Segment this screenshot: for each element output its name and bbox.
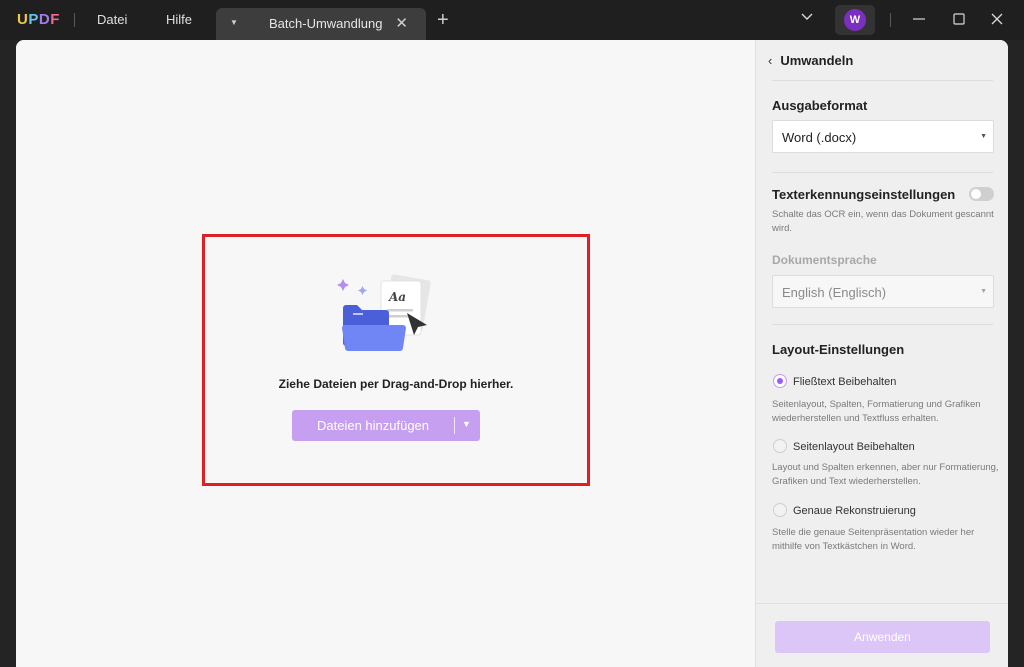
- document-language-select[interactable]: English (Englisch) ▼: [772, 275, 994, 308]
- tab-dropdown-icon[interactable]: ▼: [230, 18, 238, 27]
- ocr-help-text: Schalte das OCR ein, wenn das Dokument g…: [772, 209, 994, 234]
- folder-illustration-icon: Aa: [333, 273, 443, 373]
- illustration-caption: Aa: [388, 290, 406, 304]
- divider: [772, 80, 993, 81]
- minimize-icon[interactable]: [912, 12, 926, 29]
- panel-title: Umwandeln: [780, 53, 854, 68]
- ocr-settings-title: Texterkennungseinstellungen: [772, 187, 956, 202]
- select-caret-icon: ▼: [980, 133, 987, 140]
- close-tab-icon[interactable]: ✕: [395, 14, 408, 32]
- radio-fliesstext-help: Seitenlayout, Spalten, Formatierung und …: [772, 399, 981, 424]
- convert-panel: ‹ Umwandeln Ausgabeformat Word (.docx) ▼ …: [755, 40, 1008, 667]
- divider: [772, 172, 993, 173]
- radio-seitenlayout-label[interactable]: Seitenlayout Beibehalten: [793, 441, 915, 453]
- menu-datei[interactable]: Datei: [97, 12, 127, 27]
- drop-zone[interactable]: Aa Ziehe Dateien per Drag-and-Drop hierh…: [202, 234, 590, 486]
- title-bar: UPDF Datei Hilfe ▼ Batch-Umwandlung ✕ + …: [0, 0, 1024, 40]
- maximize-icon[interactable]: [952, 12, 966, 29]
- ocr-toggle[interactable]: [969, 187, 994, 201]
- back-icon[interactable]: ‹: [768, 53, 772, 68]
- panel-footer: Anwenden: [756, 603, 1008, 667]
- apply-button[interactable]: Anwenden: [775, 621, 990, 653]
- output-format-value: Word (.docx): [782, 130, 857, 145]
- tab-title: Batch-Umwandlung: [269, 16, 383, 31]
- add-files-dropdown-icon[interactable]: ▼: [462, 419, 471, 429]
- controls-separator: [890, 13, 891, 27]
- main-area: Aa Ziehe Dateien per Drag-and-Drop hierh…: [16, 40, 755, 667]
- radio-seitenlayout-help: Layout und Spalten erkennen, aber nur Fo…: [772, 462, 999, 487]
- panel-header: ‹ Umwandeln: [768, 53, 853, 68]
- radio-genaue-rekonstruierung-help: Stelle die genaue Seitenpräsentation wie…: [772, 527, 975, 552]
- radio-fliesstext[interactable]: [773, 374, 787, 388]
- tab-batch-umwandlung[interactable]: ▼ Batch-Umwandlung ✕: [216, 8, 426, 40]
- button-divider: [454, 417, 455, 434]
- radio-genaue-rekonstruierung-label[interactable]: Genaue Rekonstruierung: [793, 505, 916, 517]
- output-format-title: Ausgabeformat: [772, 98, 868, 113]
- menu-hilfe[interactable]: Hilfe: [166, 12, 192, 27]
- select-caret-icon: ▼: [980, 288, 987, 295]
- divider: [772, 324, 993, 325]
- drop-instruction: Ziehe Dateien per Drag-and-Drop hierher.: [278, 377, 514, 391]
- radio-seitenlayout[interactable]: [773, 439, 787, 453]
- radio-genaue-rekonstruierung[interactable]: [773, 503, 787, 517]
- avatar: W: [844, 9, 866, 31]
- add-tab-icon[interactable]: +: [437, 10, 449, 30]
- radio-fliesstext-label[interactable]: Fließtext Beibehalten: [793, 376, 896, 388]
- account-button[interactable]: W: [835, 5, 875, 35]
- updf-logo: UPDF: [17, 11, 60, 28]
- close-window-icon[interactable]: [990, 12, 1004, 29]
- title-separator: [74, 13, 75, 27]
- document-language-value: English (Englisch): [782, 285, 887, 300]
- add-files-label: Dateien hinzufügen: [316, 418, 430, 433]
- add-files-button[interactable]: Dateien hinzufügen ▼: [292, 410, 480, 441]
- document-language-title: Dokumentsprache: [772, 253, 877, 267]
- output-format-select[interactable]: Word (.docx) ▼: [772, 120, 994, 153]
- app-window: Aa Ziehe Dateien per Drag-and-Drop hierh…: [16, 40, 1008, 667]
- chevron-down-icon[interactable]: [800, 10, 814, 27]
- toggle-knob: [971, 189, 981, 199]
- layout-settings-title: Layout-Einstellungen: [772, 342, 905, 357]
